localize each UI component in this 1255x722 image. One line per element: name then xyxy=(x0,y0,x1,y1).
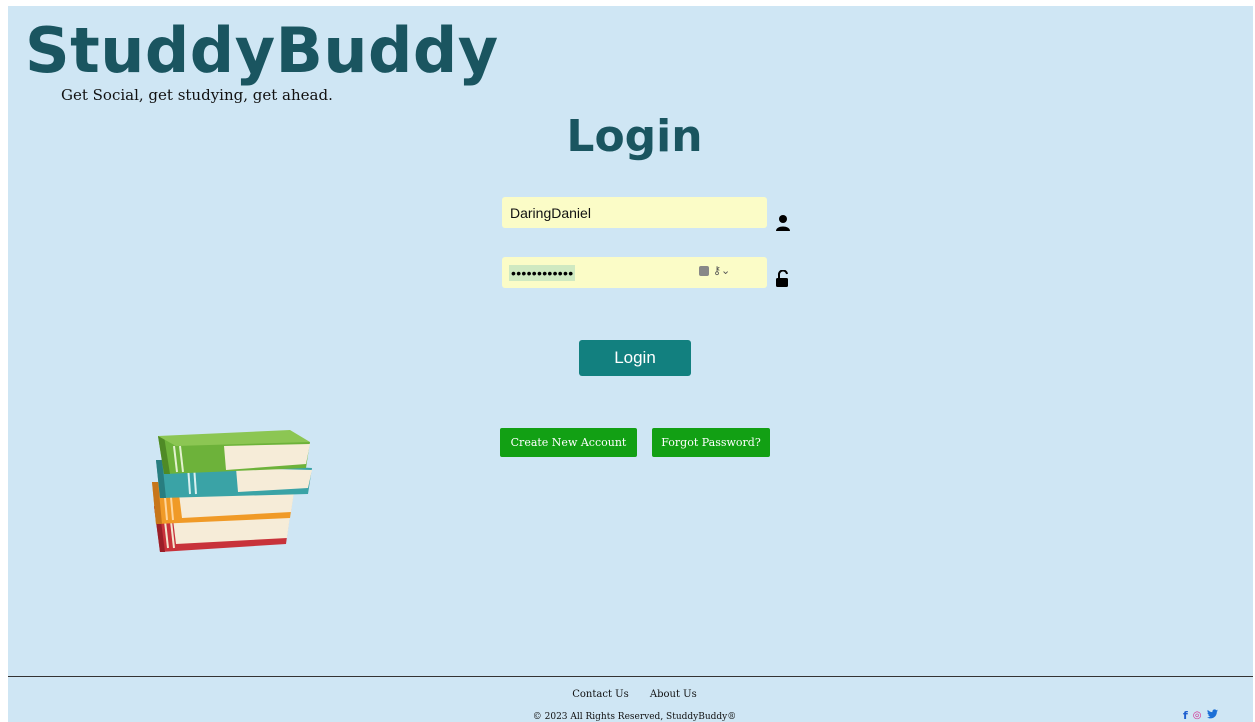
brand-tagline: Get Social, get studying, get ahead. xyxy=(61,86,333,104)
unlock-icon xyxy=(776,270,788,287)
contact-us-link[interactable]: Contact Us xyxy=(572,689,628,700)
key-icon[interactable]: ⚷⌄ xyxy=(713,264,730,277)
create-account-button[interactable]: Create New Account xyxy=(500,428,637,457)
copyright-text: © 2023 All Rights Reserved, StuddyBuddy® xyxy=(532,712,737,722)
footer-links: Contact Us About Us xyxy=(8,689,1253,700)
page-title: Login xyxy=(566,111,703,162)
footer-divider xyxy=(8,676,1253,677)
brand-logo[interactable]: StuddyBuddy xyxy=(25,20,499,82)
username-input[interactable] xyxy=(502,197,767,228)
books-illustration xyxy=(152,430,312,552)
page: StuddyBuddy Get Social, get studying, ge… xyxy=(8,6,1253,722)
facebook-icon[interactable]: f xyxy=(1183,709,1188,722)
social-links: f ◎ xyxy=(1183,709,1218,722)
login-button[interactable]: Login xyxy=(579,340,691,376)
twitter-icon[interactable] xyxy=(1206,709,1218,722)
forgot-password-button[interactable]: Forgot Password? xyxy=(652,428,770,457)
password-manager-icons[interactable]: ⚷⌄ xyxy=(699,264,730,277)
user-icon xyxy=(776,215,790,231)
autofill-icon[interactable] xyxy=(699,265,709,276)
password-masked-value: •••••••••••• xyxy=(509,265,576,281)
about-us-link[interactable]: About Us xyxy=(650,689,697,700)
instagram-icon[interactable]: ◎ xyxy=(1193,710,1202,721)
